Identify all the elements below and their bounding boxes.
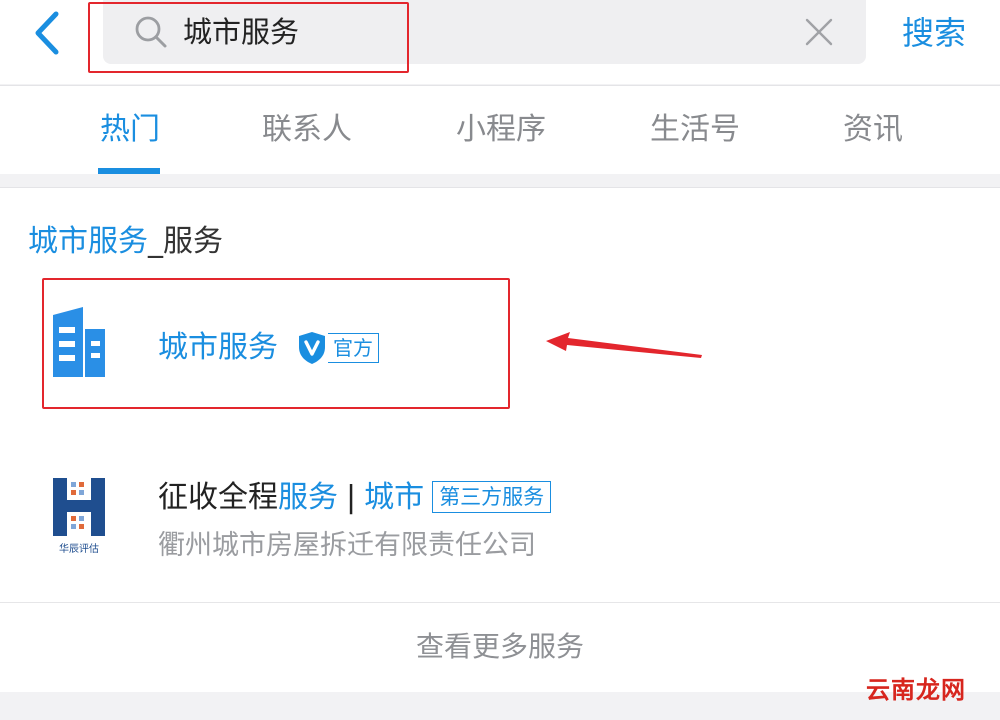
search-input[interactable]: 城市服务 <box>183 13 299 51</box>
tab-hot[interactable]: 热门 <box>100 110 160 150</box>
red-arrow-icon <box>546 332 702 358</box>
tab-news[interactable]: 资讯 <box>843 110 903 150</box>
search-header: 城市服务 搜索 <box>0 0 1000 84</box>
service-results-card: 城市服务_服务 城市服务 官方 华辰评估 征收全程服务 | 城市 第三方服务 衢… <box>0 187 1000 692</box>
official-badge: 官方 <box>328 333 379 363</box>
close-icon[interactable] <box>803 16 835 48</box>
huachen-logo: 华辰评估 <box>53 478 105 555</box>
active-tab-indicator <box>98 168 160 174</box>
result-subtitle: 衢州城市房屋拆迁有限责任公司 <box>158 530 536 561</box>
tab-bar: 热门 联系人 小程序 生活号 资讯 <box>0 85 1000 174</box>
section-title: 城市服务_服务 <box>28 222 223 262</box>
back-button[interactable] <box>28 10 68 56</box>
result-title: 征收全程服务 | 城市 第三方服务 <box>158 478 552 518</box>
chevron-left-icon <box>35 11 59 55</box>
title-separator: | <box>346 480 357 515</box>
search-box[interactable]: 城市服务 <box>103 0 866 64</box>
building-icon <box>53 307 105 377</box>
section-title-keyword: 城市服务 <box>28 224 148 259</box>
divider <box>0 602 1000 603</box>
view-more-services-link[interactable]: 查看更多服务 <box>0 628 1000 666</box>
result-name: 城市服务 <box>158 330 278 365</box>
result-item-city-service[interactable]: 城市服务 官方 <box>48 283 506 409</box>
tab-contacts[interactable]: 联系人 <box>262 110 352 150</box>
section-title-suffix: _服务 <box>148 224 223 259</box>
result-item-expropriation-service[interactable]: 华辰评估 征收全程服务 | 城市 第三方服务 衢州城市房屋拆迁有限责任公司 <box>28 466 968 576</box>
tab-mini-programs[interactable]: 小程序 <box>456 110 546 150</box>
shield-v-icon <box>299 332 325 364</box>
search-button[interactable]: 搜索 <box>902 12 966 54</box>
huachen-logo-text: 华辰评估 <box>59 542 99 555</box>
third-party-badge: 第三方服务 <box>432 481 552 513</box>
watermark: 云南龙网 <box>866 676 966 704</box>
title-part-3: 城市 <box>364 480 425 515</box>
title-part-1: 征收全程 <box>158 480 278 515</box>
search-icon <box>135 16 167 48</box>
title-part-2: 服务 <box>278 480 338 515</box>
tab-life-accounts[interactable]: 生活号 <box>650 110 740 150</box>
